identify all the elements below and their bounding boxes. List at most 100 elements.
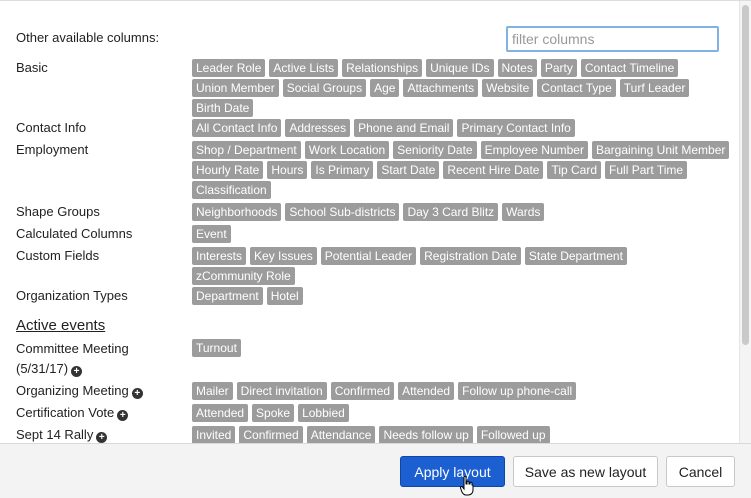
event-name: Certification Vote (16, 405, 115, 420)
group-label-basic: Basic (16, 60, 48, 75)
column-chip[interactable]: Is Primary (311, 161, 374, 179)
event-chip[interactable]: Confirmed (239, 426, 303, 443)
add-event-column-icon[interactable]: + (131, 388, 143, 399)
columns-panel: Other available columns: Basic Leader Ro… (0, 0, 751, 443)
event-date: (5/31/17) (16, 361, 69, 376)
add-event-column-icon[interactable]: + (96, 432, 108, 443)
column-chip[interactable]: Active Lists (269, 59, 339, 77)
group-label-calculated-columns: Calculated Columns (16, 226, 133, 241)
column-chip[interactable]: Party (540, 59, 577, 77)
column-chip[interactable]: Start Date (377, 161, 440, 179)
vertical-scrollbar[interactable] (739, 1, 751, 443)
dialog-footer: Apply layout Save as new layout Cancel (0, 443, 751, 498)
column-chip[interactable]: Turf Leader (619, 79, 690, 97)
column-chip[interactable]: Registration Date (420, 247, 521, 265)
chips-shape-groups: Neighborhoods School Sub-districts Day 3… (192, 203, 732, 221)
chips-employment: Shop / Department Work Location Seniorit… (192, 141, 732, 199)
chips-calculated-columns: Event (192, 225, 732, 243)
column-chip[interactable]: State Department (524, 247, 627, 265)
group-label-organization-types: Organization Types (16, 288, 128, 303)
chips-committee-meeting: Turnout (192, 339, 732, 357)
event-label-sept-14-rally: Sept 14 Rally + (16, 425, 108, 443)
column-chip[interactable]: zCommunity Role (192, 267, 295, 285)
column-chip[interactable]: Social Groups (282, 79, 367, 97)
event-name: Organizing Meeting (16, 383, 129, 398)
column-chip[interactable]: Employee Number (480, 141, 588, 159)
column-chip[interactable]: Full Part Time (605, 161, 688, 179)
column-chip[interactable]: Contact Type (537, 79, 616, 97)
column-chip[interactable]: All Contact Info (192, 119, 282, 137)
chips-organization-types: Department Hotel (192, 287, 732, 305)
column-chip[interactable]: Hotel (266, 287, 303, 305)
column-chip[interactable]: Shop / Department (192, 141, 301, 159)
event-chip[interactable]: Attendance (306, 426, 376, 443)
column-chip[interactable]: Relationships (342, 59, 423, 77)
column-chip[interactable]: Recent Hire Date (443, 161, 544, 179)
save-as-new-layout-button[interactable]: Save as new layout (513, 456, 658, 487)
column-chip[interactable]: Notes (497, 59, 537, 77)
available-columns-heading: Other available columns: (16, 30, 160, 45)
column-chip[interactable]: Hourly Rate (192, 161, 264, 179)
chips-organizing-meeting: Mailer Direct invitation Confirmed Atten… (192, 382, 732, 400)
event-chip[interactable]: Followed up (476, 426, 550, 443)
apply-layout-button[interactable]: Apply layout (400, 456, 505, 487)
chips-contact-info: All Contact Info Addresses Phone and Ema… (192, 119, 732, 137)
column-chip[interactable]: Wards (502, 203, 545, 221)
add-event-column-icon[interactable]: + (71, 366, 83, 377)
column-chip[interactable]: Phone and Email (354, 119, 454, 137)
column-chip[interactable]: Classification (192, 181, 271, 199)
active-events-title: Active events (16, 317, 106, 334)
column-chip[interactable]: Birth Date (192, 99, 254, 117)
column-chip[interactable]: Primary Contact Info (457, 119, 575, 137)
column-chip[interactable]: Seniority Date (393, 141, 477, 159)
add-event-column-icon[interactable]: + (117, 410, 129, 421)
column-chip[interactable]: Day 3 Card Blitz (403, 203, 499, 221)
group-label-custom-fields: Custom Fields (16, 248, 100, 263)
cancel-button[interactable]: Cancel (666, 456, 735, 487)
group-label-contact-info: Contact Info (16, 120, 87, 135)
event-chip[interactable]: Turnout (192, 339, 241, 357)
chips-sept-14-rally: Invited Confirmed Attendance Needs follo… (192, 426, 732, 443)
column-chip[interactable]: Interests (192, 247, 247, 265)
column-chip[interactable]: Work Location (304, 141, 390, 159)
event-chip[interactable]: Mailer (192, 382, 233, 400)
event-chip[interactable]: Invited (192, 426, 236, 443)
chips-basic: Leader Role Active Lists Relationships U… (192, 59, 732, 117)
column-chip[interactable]: Neighborhoods (192, 203, 282, 221)
event-chip[interactable]: Lobbied (298, 404, 349, 422)
column-chip[interactable]: Key Issues (250, 247, 317, 265)
column-chip[interactable]: Contact Timeline (580, 59, 679, 77)
event-chip[interactable]: Attended (192, 404, 249, 422)
group-label-employment: Employment (16, 142, 89, 157)
event-label-committee-meeting: Committee Meeting (5/31/17) + (16, 339, 176, 379)
hand-cursor-icon (460, 476, 474, 496)
column-chip[interactable]: Department (192, 287, 263, 305)
event-name: Committee Meeting (16, 341, 129, 356)
event-label-certification-vote: Certification Vote + (16, 403, 129, 423)
event-chip[interactable]: Follow up phone-call (458, 382, 577, 400)
column-chip[interactable]: Unique IDs (426, 59, 494, 77)
event-chip[interactable]: Spoke (252, 404, 295, 422)
column-chip[interactable]: Addresses (285, 119, 351, 137)
event-name: Sept 14 Rally (16, 427, 94, 442)
event-chip[interactable]: Needs follow up (379, 426, 473, 443)
filter-columns-input[interactable] (506, 26, 719, 52)
column-chip[interactable]: School Sub-districts (285, 203, 400, 221)
event-chip[interactable]: Attended (398, 382, 455, 400)
column-chip[interactable]: Attachments (403, 79, 479, 97)
column-chip[interactable]: Age (370, 79, 400, 97)
scrollbar-thumb[interactable] (742, 5, 749, 345)
column-chip[interactable]: Website (482, 79, 534, 97)
column-chip[interactable]: Hours (267, 161, 308, 179)
column-chip[interactable]: Leader Role (192, 59, 266, 77)
column-chip[interactable]: Event (192, 225, 231, 243)
chips-custom-fields: Interests Key Issues Potential Leader Re… (192, 247, 732, 285)
column-chip[interactable]: Bargaining Unit Member (591, 141, 730, 159)
event-chip[interactable]: Confirmed (330, 382, 395, 400)
column-chip[interactable]: Tip Card (547, 161, 602, 179)
event-label-organizing-meeting: Organizing Meeting + (16, 381, 143, 401)
column-chip[interactable]: Union Member (192, 79, 279, 97)
group-label-shape-groups: Shape Groups (16, 204, 100, 219)
column-chip[interactable]: Potential Leader (320, 247, 417, 265)
event-chip[interactable]: Direct invitation (236, 382, 327, 400)
